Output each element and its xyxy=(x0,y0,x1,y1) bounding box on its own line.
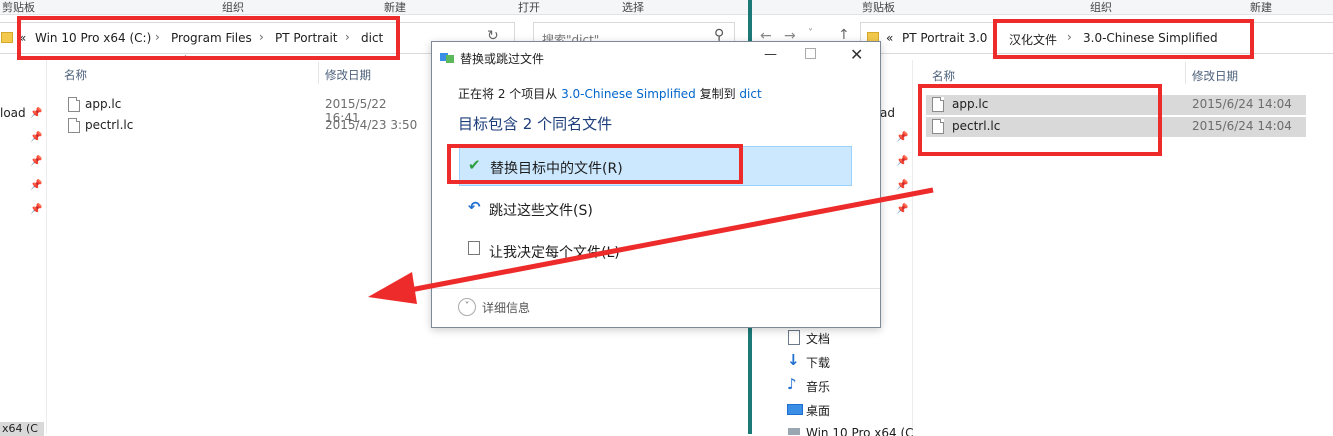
annotation-arrow xyxy=(368,187,934,304)
